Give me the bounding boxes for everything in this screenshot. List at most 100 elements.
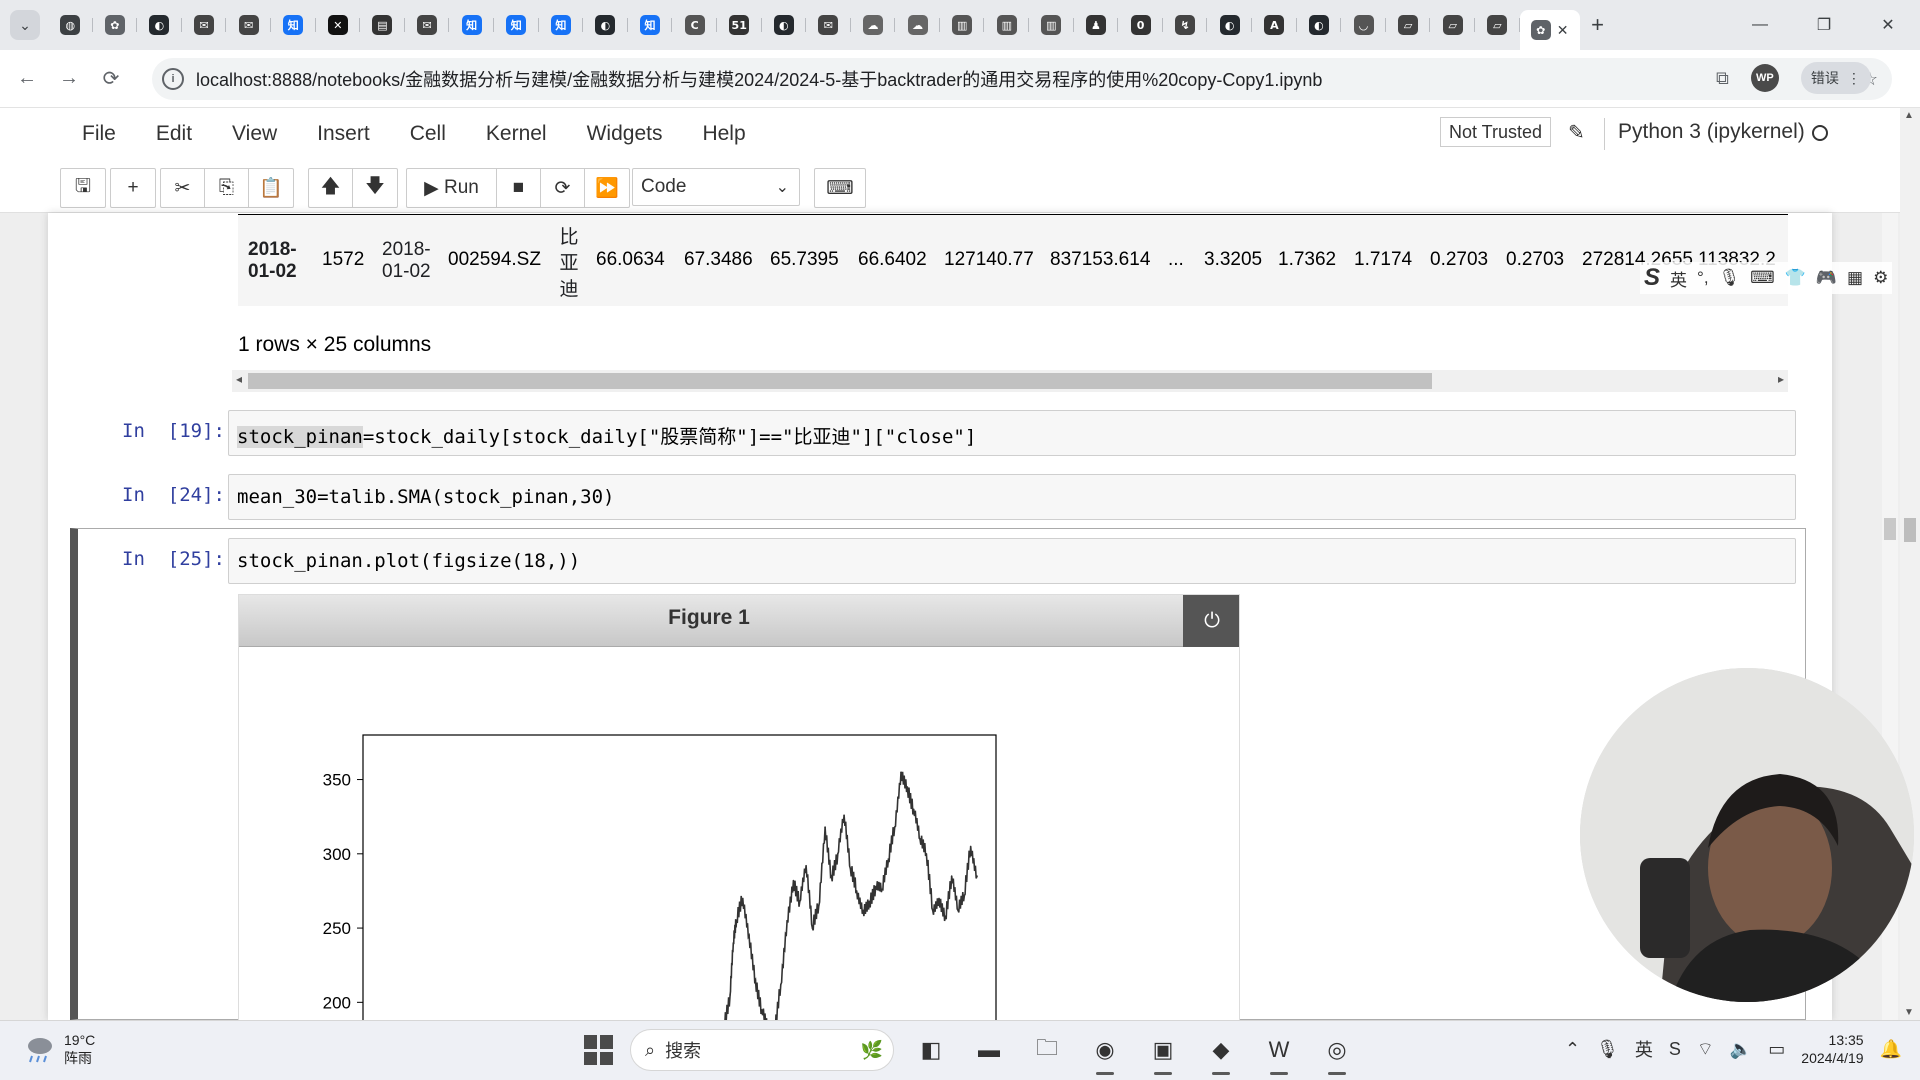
scroll-right-icon[interactable]: ▸ <box>1778 372 1784 386</box>
kernel-name[interactable]: Python 3 (ipykernel) <box>1618 120 1805 144</box>
shirt-icon[interactable]: 👕 <box>1785 268 1806 288</box>
code-cell-25[interactable]: stock_pinan.plot(figsize(18,)) <box>228 538 1796 584</box>
browser-tab[interactable]: ✿ ✕ <box>1519 10 1580 50</box>
ime-language[interactable]: 英 <box>1670 266 1687 291</box>
close-tab-icon[interactable]: ✕ <box>1557 22 1569 39</box>
error-button[interactable]: 错误 ⋮ <box>1800 62 1871 94</box>
scrollbar-thumb[interactable] <box>1884 518 1896 540</box>
browser-tab[interactable]: 知 <box>539 8 584 42</box>
maximize-icon[interactable]: ❐ <box>1792 0 1856 50</box>
close-window-icon[interactable]: ✕ <box>1856 0 1920 50</box>
restart-icon[interactable]: ⟳ <box>541 169 585 207</box>
weather-widget[interactable]: 19°C 阵雨 <box>22 1031 95 1067</box>
browser-tab[interactable]: ◐ <box>1297 8 1342 42</box>
menu-insert[interactable]: Insert <box>317 122 370 146</box>
insert-cell-icon[interactable]: + <box>111 169 155 207</box>
back-icon[interactable]: ← <box>12 64 42 94</box>
code-cell-19[interactable]: stock_pinan=stock_daily[stock_daily["股票简… <box>228 410 1796 456</box>
copy-icon[interactable]: ⎘ <box>205 169 249 207</box>
scroll-down-icon[interactable]: ▼ <box>1904 1007 1914 1018</box>
stop-icon[interactable]: ■ <box>497 169 541 207</box>
chevron-up-icon[interactable]: ⌃ <box>1565 1039 1580 1060</box>
browser-tab[interactable]: 知 <box>628 8 673 42</box>
cut-icon[interactable]: ✂ <box>161 169 205 207</box>
browser-tab[interactable]: ▱ <box>1430 8 1475 42</box>
menu-cell[interactable]: Cell <box>410 122 446 146</box>
menu-file[interactable]: File <box>82 122 116 146</box>
browser-tab[interactable]: ▥ <box>984 8 1029 42</box>
browser-tab[interactable]: 知 <box>494 8 539 42</box>
browser-tab[interactable]: ▤ <box>360 8 405 42</box>
extensions-icon[interactable]: ⧉ <box>1716 68 1729 89</box>
file-explorer-icon[interactable]: 🗀 <box>1026 1029 1068 1071</box>
paste-icon[interactable]: 📋 <box>249 169 293 207</box>
scrollbar-thumb[interactable] <box>248 373 1432 389</box>
site-info-icon[interactable]: i <box>162 68 184 90</box>
punctuation-icon[interactable]: °, <box>1697 268 1709 288</box>
browser-tab[interactable]: ♟ <box>1074 8 1119 42</box>
browser-tab[interactable]: ☁ <box>851 8 896 42</box>
reload-icon[interactable]: ⟳ <box>96 64 126 94</box>
move-up-icon[interactable]: 🡅 <box>309 169 353 207</box>
menu-kernel[interactable]: Kernel <box>486 122 547 146</box>
forward-icon[interactable]: → <box>54 64 84 94</box>
browser-tab[interactable]: ☁ <box>895 8 940 42</box>
scroll-up-icon[interactable]: ▲ <box>1904 110 1914 121</box>
browser-tab[interactable]: ◐ <box>1207 8 1252 42</box>
scrollbar-thumb[interactable] <box>1904 518 1916 542</box>
notification-icon[interactable]: 🔔 <box>1880 1039 1902 1060</box>
browser-tab[interactable]: A <box>1252 8 1297 42</box>
browser-tab[interactable]: ↯ <box>1163 8 1208 42</box>
sogou-logo-icon[interactable]: S <box>1644 264 1660 292</box>
terminal-icon[interactable]: ▣ <box>1142 1029 1184 1075</box>
browser-tab[interactable]: ✉ <box>182 8 227 42</box>
browser-tab[interactable]: 51 <box>717 8 762 42</box>
new-tab-button[interactable]: + <box>1580 10 1616 40</box>
avatar[interactable]: WP <box>1750 64 1779 92</box>
browser-tab[interactable]: ◐ <box>583 8 628 42</box>
chrome-icon[interactable]: ◉ <box>1084 1029 1126 1075</box>
menu-view[interactable]: View <box>232 122 277 146</box>
pdf-icon[interactable]: ◆ <box>1200 1029 1242 1075</box>
folder-icon[interactable]: ▬ <box>968 1029 1010 1071</box>
save-icon[interactable]: 🖫 <box>61 169 105 207</box>
battery-icon[interactable]: ▭ <box>1768 1039 1785 1060</box>
browser-tab[interactable]: ◐ <box>762 8 807 42</box>
start-button[interactable] <box>584 1035 614 1065</box>
browser-tab[interactable]: ◍ <box>48 8 93 42</box>
keyboard-icon[interactable]: ⌨ <box>815 169 865 207</box>
address-input[interactable]: i localhost:8888/notebooks/金融数据分析与建模/金融数… <box>152 58 1892 100</box>
edit-pencil-icon[interactable]: ✎ <box>1568 120 1585 145</box>
menu-widgets[interactable]: Widgets <box>587 122 663 146</box>
browser-tab[interactable]: ◡ <box>1341 8 1386 42</box>
volume-icon[interactable]: 🔈 <box>1730 1039 1752 1060</box>
wps-icon[interactable]: W <box>1258 1029 1300 1075</box>
move-down-icon[interactable]: 🡇 <box>353 169 397 207</box>
browser-tab[interactable]: 知 <box>271 8 316 42</box>
browser-tab[interactable]: 知 <box>449 8 494 42</box>
run-button[interactable]: ▶ Run <box>407 169 497 207</box>
taskbar-search[interactable]: ⌕ 搜索 🌿 <box>630 1029 894 1071</box>
browser-tab[interactable]: ✉ <box>405 8 450 42</box>
browser-tab[interactable]: ▥ <box>1029 8 1074 42</box>
minimize-icon[interactable]: — <box>1728 0 1792 50</box>
gamepad-icon[interactable]: 🎮 <box>1816 268 1837 288</box>
url-text[interactable]: localhost:8888/notebooks/金融数据分析与建模/金融数据分… <box>196 66 1322 92</box>
browser-tab[interactable]: ▱ <box>1386 8 1431 42</box>
grid-icon[interactable]: ▦ <box>1847 268 1863 288</box>
recorder-icon[interactable]: ◎ <box>1316 1029 1358 1075</box>
sogou-tray-icon[interactable]: S <box>1669 1039 1681 1060</box>
browser-tab[interactable]: ▱ <box>1475 8 1520 42</box>
keyboard-icon[interactable]: ⌨ <box>1750 268 1775 288</box>
clock[interactable]: 13:35 2024/4/19 <box>1801 1031 1863 1067</box>
menu-edit[interactable]: Edit <box>156 122 192 146</box>
scroll-left-icon[interactable]: ◂ <box>236 372 242 386</box>
microphone-icon[interactable]: 🎙 <box>1719 268 1741 288</box>
fast-forward-icon[interactable]: ⏩ <box>585 169 629 207</box>
wifi-icon[interactable]: ⌔ <box>1697 1038 1714 1061</box>
browser-tab[interactable]: C <box>672 8 717 42</box>
task-view-icon[interactable]: ◧ <box>910 1029 952 1071</box>
browser-tab[interactable]: ✉ <box>806 8 851 42</box>
browser-tab[interactable]: ▥ <box>940 8 985 42</box>
browser-tab[interactable]: ✿ <box>93 8 138 42</box>
